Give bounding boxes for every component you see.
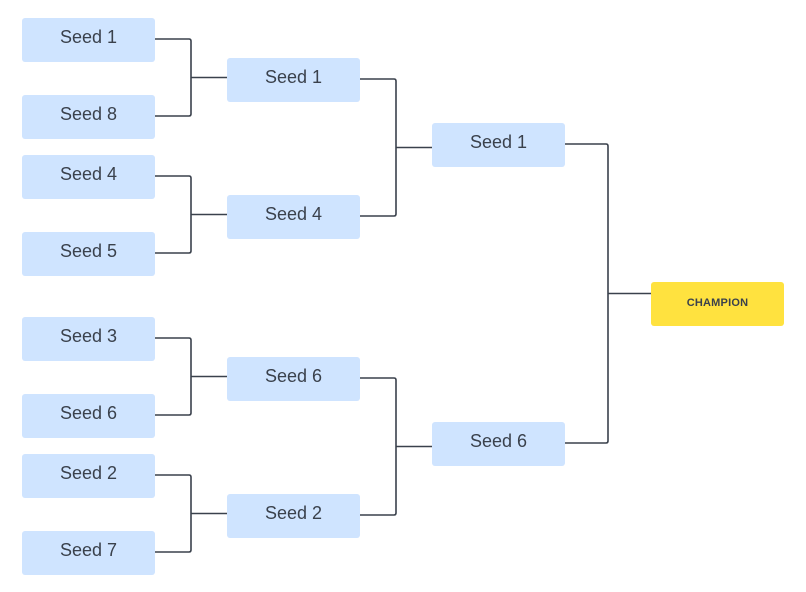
connector-r1-match-3: [155, 337, 227, 416]
round2-slot-1[interactable]: Seed 1: [227, 58, 360, 102]
round1-slot-8[interactable]: Seed 7: [22, 531, 155, 575]
connector-r1-match-4: [155, 474, 227, 553]
round1-slot-3[interactable]: Seed 4: [22, 155, 155, 199]
round1-slot-1[interactable]: Seed 1: [22, 18, 155, 62]
connector-r2-match-1: [360, 78, 432, 217]
round2-slot-3[interactable]: Seed 6: [227, 357, 360, 401]
round3-slot-1[interactable]: Seed 1: [432, 123, 565, 167]
round2-slot-4[interactable]: Seed 2: [227, 494, 360, 538]
connector-final: [565, 143, 651, 444]
round3-slot-2[interactable]: Seed 6: [432, 422, 565, 466]
tournament-bracket: Seed 1 Seed 8 Seed 4 Seed 5 Seed 3 Seed …: [0, 0, 806, 592]
round1-slot-4[interactable]: Seed 5: [22, 232, 155, 276]
connector-r1-match-1: [155, 38, 227, 117]
round1-slot-6[interactable]: Seed 6: [22, 394, 155, 438]
connector-r1-match-2: [155, 175, 227, 254]
connector-r2-match-2: [360, 377, 432, 516]
round1-slot-2[interactable]: Seed 8: [22, 95, 155, 139]
champion-slot[interactable]: CHAMPION: [651, 282, 784, 326]
round1-slot-5[interactable]: Seed 3: [22, 317, 155, 361]
round2-slot-2[interactable]: Seed 4: [227, 195, 360, 239]
round1-slot-7[interactable]: Seed 2: [22, 454, 155, 498]
